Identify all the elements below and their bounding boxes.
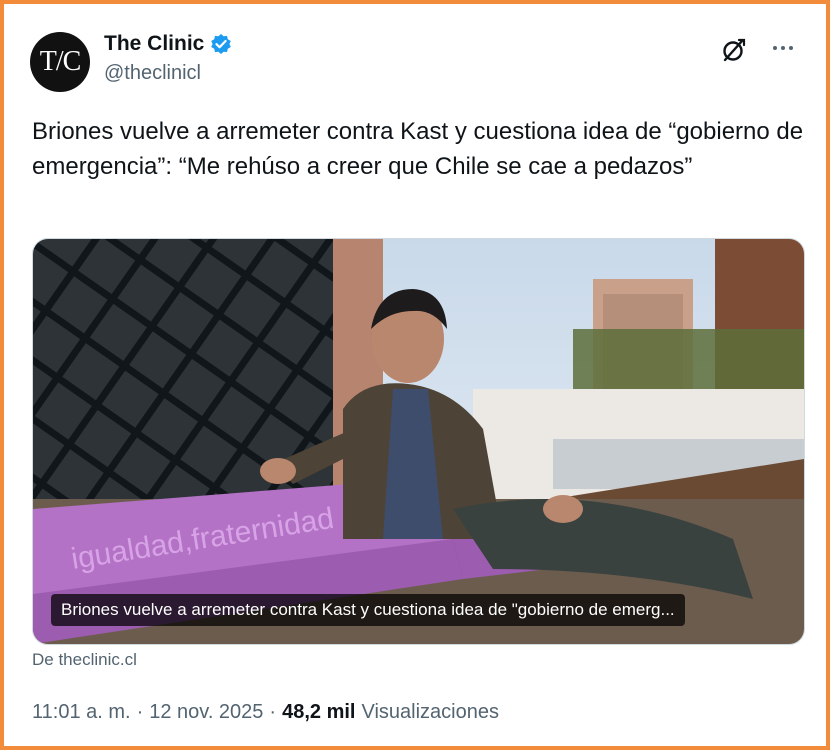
more-dot (773, 46, 777, 50)
tweet-date[interactable]: 12 nov. 2025 (149, 701, 263, 724)
author-block: The Clinic @theclinicl (104, 32, 232, 85)
grok-slash-icon[interactable] (720, 36, 748, 64)
article-card-image[interactable]: igualdad,fraternidad Briones vuelve a ar… (32, 238, 805, 645)
tweet-time[interactable]: 11:01 a. m. (32, 701, 131, 724)
verified-badge-icon (210, 33, 232, 55)
avatar[interactable]: T/C (30, 32, 90, 92)
more-dot (789, 46, 793, 50)
author-name[interactable]: The Clinic (104, 32, 204, 56)
tweet-card-frame: T/C The Clinic @theclinicl Briones vuelv… (0, 0, 830, 750)
more-options-icon[interactable] (766, 34, 800, 62)
more-dot (781, 46, 785, 50)
meta-separator: · (136, 701, 144, 723)
tweet-header: T/C The Clinic @theclinicl (28, 28, 802, 94)
views-label: Visualizaciones (361, 701, 499, 723)
media-caption: Briones vuelve a arremeter contra Kast y… (51, 594, 685, 626)
article-photo: igualdad,fraternidad (33, 239, 804, 644)
views-count[interactable]: 48,2 mil (282, 701, 355, 724)
name-row: The Clinic (104, 32, 232, 56)
article-source-link[interactable]: De theclinic.cl (32, 650, 137, 670)
tweet-text: Briones vuelve a arremeter contra Kast y… (32, 118, 804, 180)
author-handle[interactable]: @theclinicl (104, 62, 232, 85)
meta-separator: · (269, 701, 277, 723)
tweet-meta: 11:01 a. m. · 12 nov. 2025 · 48,2 mil Vi… (32, 701, 499, 724)
